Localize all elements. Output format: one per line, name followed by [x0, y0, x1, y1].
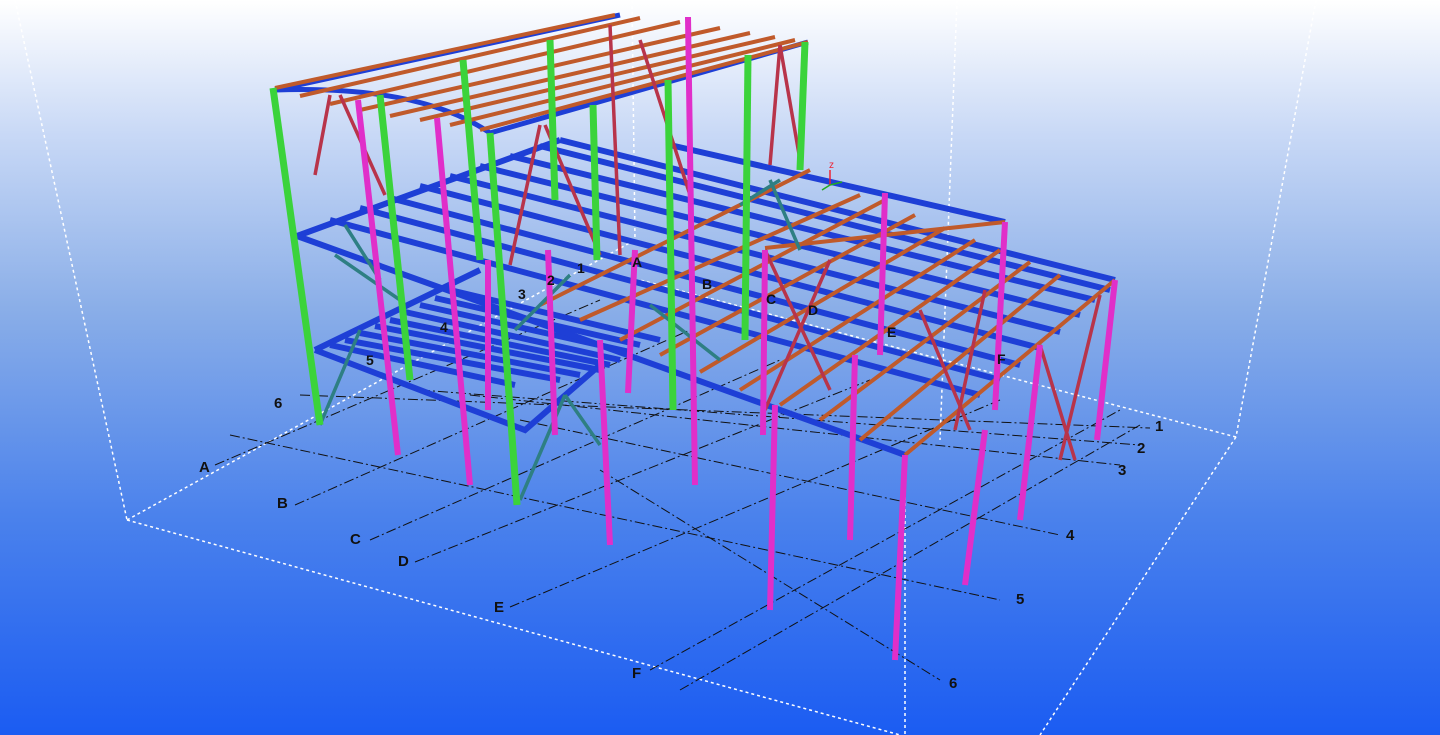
gridline-label-b: B: [277, 495, 288, 512]
gridline-label-f: F: [632, 665, 641, 682]
axis-z-label: z: [829, 160, 834, 171]
grid-letter-labels: A B C D E F: [199, 459, 641, 682]
level-label-e: E: [887, 324, 896, 340]
level-label-5: 5: [366, 352, 374, 368]
gridline-label-4: 4: [1066, 527, 1075, 544]
gridline-label-1: 1: [1155, 418, 1163, 435]
gridlines: [214, 299, 1151, 691]
gridline-label-2: 2: [1137, 440, 1145, 457]
level-label-3: 3: [518, 286, 526, 302]
level-label-d: D: [808, 302, 818, 318]
level-label-2: 2: [547, 272, 555, 288]
model-viewport[interactable]: A B C D E F 1 2 3 4 5 6 6 A B C D E F 1 …: [0, 0, 1440, 735]
main-columns: [269, 39, 809, 506]
level-label-1: 1: [577, 260, 585, 276]
gridline-label-6: 6: [949, 675, 957, 692]
gridline-label-6-left: 6: [274, 395, 282, 412]
gridline-label-a: A: [199, 459, 210, 476]
model-3d-scene[interactable]: A B C D E F 1 2 3 4 5 6 6 A B C D E F 1 …: [0, 0, 1440, 735]
gridline-label-d: D: [398, 553, 409, 570]
level-label-f: F: [997, 351, 1006, 367]
gridline-label-3: 3: [1118, 462, 1126, 479]
gridline-label-5: 5: [1016, 591, 1024, 608]
level-label-a: A: [632, 254, 642, 270]
level-label-c: C: [766, 291, 776, 307]
gridline-label-e: E: [494, 599, 504, 616]
gridline-label-c: C: [350, 531, 361, 548]
level-label-b: B: [702, 276, 712, 292]
level-label-4: 4: [440, 319, 448, 335]
